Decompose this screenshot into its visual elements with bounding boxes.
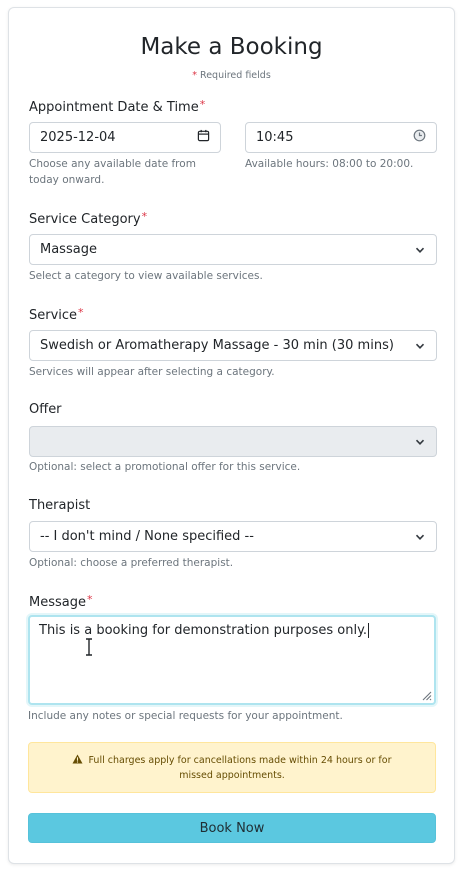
chevron-down-icon [415, 343, 425, 349]
service-label: Service* [29, 306, 84, 323]
time-help: Available hours: 08:00 to 20:00. [245, 158, 414, 170]
therapist-label-text: Therapist [29, 498, 91, 513]
required-star: * [78, 306, 84, 319]
page-title: Make a Booking [140, 34, 323, 60]
service-help: Services will appear after selecting a c… [29, 366, 275, 378]
therapist-select[interactable]: -- I don't mind / None specified -- [29, 521, 437, 552]
cancellation-alert: Full charges apply for cancellations mad… [28, 742, 436, 793]
required-star: * [192, 70, 197, 81]
therapist-help: Optional: choose a preferred therapist. [29, 557, 234, 569]
offer-help: Optional: select a promotional offer for… [29, 461, 301, 473]
service-select[interactable]: Swedish or Aromatherapy Massage - 30 min… [29, 330, 437, 361]
service-value: Swedish or Aromatherapy Massage - 30 min… [40, 338, 394, 353]
category-value: Massage [40, 242, 97, 257]
calendar-icon[interactable] [197, 129, 210, 146]
warning-icon [72, 754, 83, 764]
book-now-button[interactable]: Book Now [28, 813, 436, 843]
required-star: * [86, 593, 93, 606]
chevron-down-icon [415, 247, 425, 253]
offer-label-text: Offer [29, 402, 62, 417]
message-label: Message* [29, 593, 92, 610]
message-help: Include any notes or special requests fo… [28, 710, 343, 722]
date-help: Choose any available date from today onw… [29, 158, 196, 186]
text-cursor-icon [86, 638, 92, 656]
booking-card: Make a Booking * Required fields Appoint… [8, 7, 455, 864]
time-input[interactable]: 10:45 [245, 122, 437, 153]
message-textarea[interactable]: This is a booking for demonstration purp… [28, 615, 436, 705]
datetime-label: Appointment Date & Time* [29, 98, 205, 115]
time-value: 10:45 [256, 130, 294, 145]
required-star: * [199, 98, 206, 111]
message-value: This is a booking for demonstration purp… [39, 623, 368, 638]
service-label-text: Service [29, 308, 78, 323]
category-label: Service Category* [29, 210, 147, 227]
chevron-down-icon [415, 439, 425, 445]
message-label-text: Message [29, 595, 86, 610]
offer-label: Offer [29, 402, 62, 417]
resize-handle-icon[interactable] [420, 689, 432, 701]
date-value: 2025-12-04 [40, 130, 116, 145]
category-label-text: Service Category [29, 212, 141, 227]
required-note: * Required fields [9, 70, 454, 81]
offer-select[interactable] [29, 426, 437, 457]
therapist-label: Therapist [29, 498, 90, 513]
alert-text: Full charges apply for cancellations mad… [88, 755, 392, 781]
text-caret [368, 623, 370, 638]
clock-icon[interactable] [413, 129, 426, 146]
therapist-value: -- I don't mind / None specified -- [40, 529, 254, 544]
category-help: Select a category to view available serv… [29, 270, 263, 282]
date-input[interactable]: 2025-12-04 [29, 122, 221, 153]
category-select[interactable]: Massage [29, 234, 437, 265]
required-star: * [141, 210, 148, 223]
datetime-label-text: Appointment Date & Time [29, 100, 199, 115]
chevron-down-icon [415, 534, 425, 540]
required-note-text: Required fields [200, 70, 271, 81]
